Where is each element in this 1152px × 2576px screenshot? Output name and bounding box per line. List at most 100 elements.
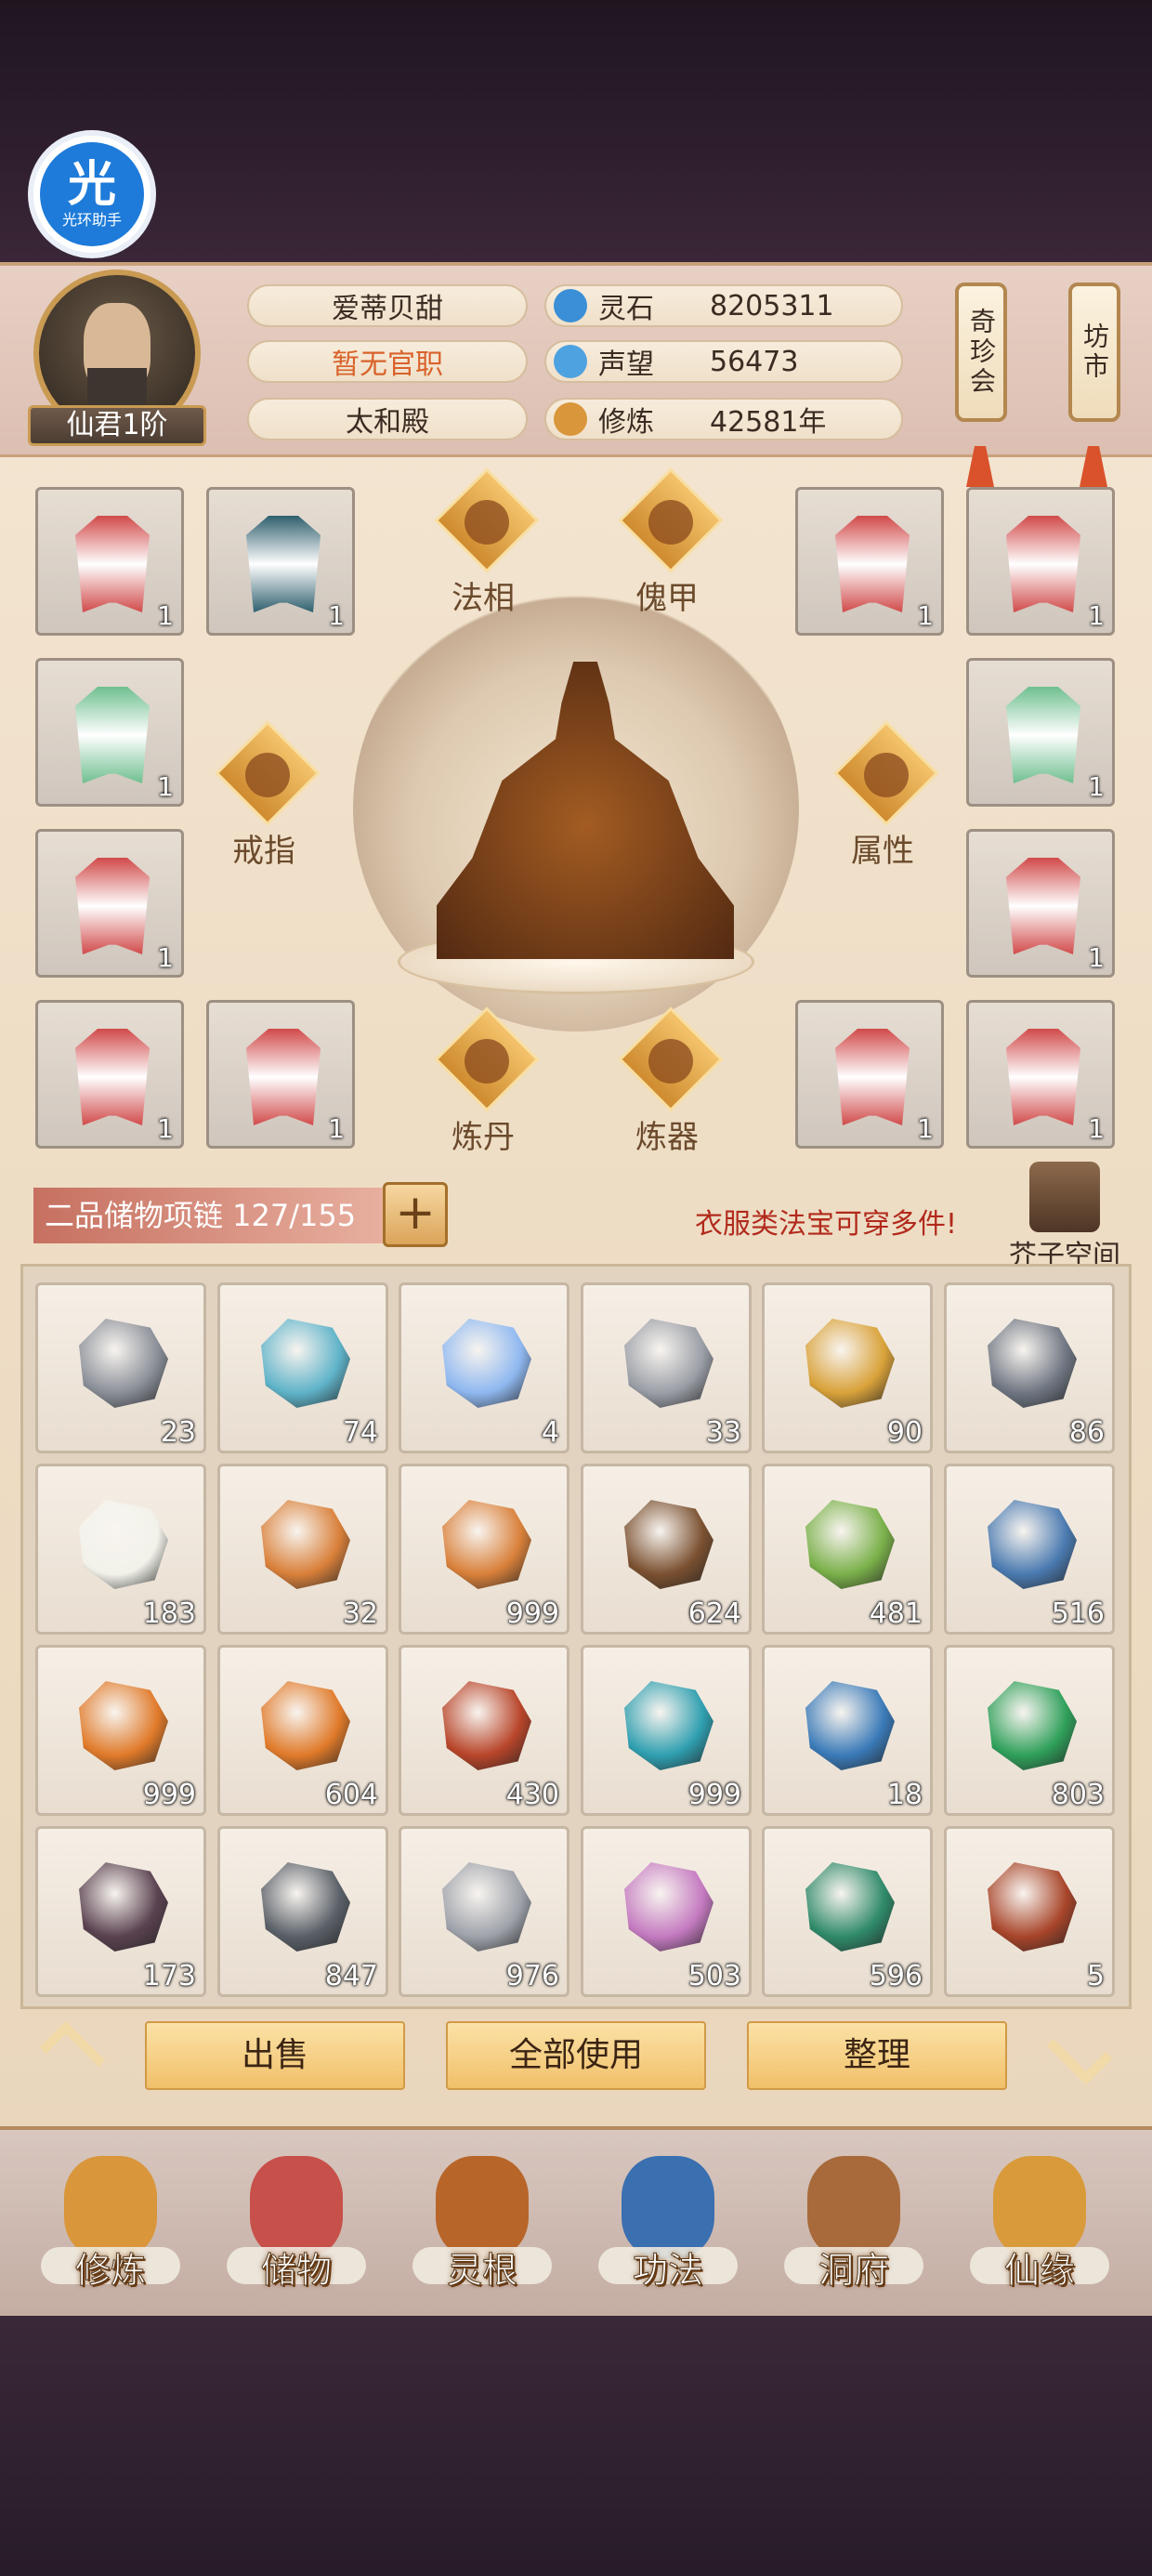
robe-icon bbox=[1006, 1029, 1080, 1125]
player-sect: 太和殿 bbox=[247, 398, 528, 440]
equip-slot[interactable]: 1 bbox=[35, 829, 184, 978]
player-name: 爱蒂贝甜 bbox=[247, 284, 528, 327]
mustard-space-button[interactable]: 芥子空间 bbox=[1009, 1162, 1120, 1272]
equip-slot[interactable]: 1 bbox=[795, 487, 944, 636]
item-qty: 624 bbox=[687, 1597, 741, 1630]
expand-storage-button[interactable]: + bbox=[383, 1182, 448, 1247]
inventory-slot[interactable]: 803 bbox=[944, 1645, 1115, 1816]
sell-button[interactable]: 出售 bbox=[145, 2021, 405, 2090]
inventory-slot[interactable]: 183 bbox=[35, 1464, 206, 1635]
player-office: 暂无官职 bbox=[247, 340, 528, 383]
nav-cave-dwelling[interactable]: 洞府 bbox=[775, 2137, 933, 2314]
item-icon bbox=[79, 1862, 168, 1952]
inventory-slot[interactable]: 32 bbox=[217, 1464, 388, 1635]
robe-icon bbox=[75, 687, 150, 783]
inventory-slot[interactable]: 74 bbox=[217, 1282, 388, 1453]
inventory-slot[interactable]: 847 bbox=[217, 1826, 388, 1997]
bottom-area bbox=[0, 2316, 1152, 2576]
slot-qty: 1 bbox=[157, 600, 174, 631]
use-all-button[interactable]: 全部使用 bbox=[446, 2021, 706, 2090]
treasure-fair-button[interactable]: 奇珍会 bbox=[955, 283, 1007, 422]
inventory-slot[interactable]: 86 bbox=[944, 1282, 1115, 1453]
inventory-slot[interactable]: 999 bbox=[35, 1645, 206, 1816]
equip-slot[interactable]: 1 bbox=[966, 658, 1115, 807]
alchemy-node[interactable]: 炼丹 bbox=[429, 1006, 540, 1156]
nav-label: 灵根 bbox=[446, 2250, 517, 2292]
equip-slot[interactable]: 1 bbox=[966, 487, 1115, 636]
item-icon bbox=[79, 1500, 168, 1589]
slot-qty: 1 bbox=[1088, 600, 1105, 631]
item-icon bbox=[805, 1862, 895, 1952]
inventory-slot[interactable]: 976 bbox=[399, 1826, 569, 1997]
slot-qty: 1 bbox=[1088, 1113, 1105, 1144]
equip-slot[interactable]: 1 bbox=[35, 487, 184, 636]
item-icon bbox=[624, 1681, 713, 1770]
nav-storage[interactable]: 储物 bbox=[217, 2137, 375, 2314]
cauldron-icon bbox=[465, 1039, 509, 1084]
item-qty: 4 bbox=[541, 1416, 559, 1449]
inventory-slot[interactable]: 23 bbox=[35, 1282, 206, 1453]
equip-slot[interactable]: 1 bbox=[795, 1000, 944, 1149]
inventory-slot[interactable]: 33 bbox=[581, 1282, 752, 1453]
equip-slot[interactable]: 1 bbox=[966, 829, 1115, 978]
stat-cultivation: 修炼 42581年 bbox=[544, 398, 903, 440]
fa-xiang-node[interactable]: 法相 bbox=[429, 467, 540, 617]
inventory-slot[interactable]: 4 bbox=[399, 1282, 569, 1453]
assistant-badge[interactable]: 光 光环助手 bbox=[28, 130, 156, 258]
inventory-slot[interactable]: 503 bbox=[581, 1826, 752, 1997]
nav-techniques[interactable]: 功法 bbox=[589, 2137, 747, 2314]
inventory-slot[interactable]: 999 bbox=[399, 1464, 569, 1635]
meditation-icon bbox=[465, 500, 509, 545]
item-qty: 5 bbox=[1086, 1960, 1105, 1992]
forging-node[interactable]: 炼器 bbox=[613, 1006, 724, 1156]
equip-slot[interactable]: 1 bbox=[966, 1000, 1115, 1149]
stat-label: 灵石 bbox=[598, 293, 654, 325]
inventory-slot[interactable]: 596 bbox=[762, 1826, 933, 1997]
attributes-node[interactable]: 属性 bbox=[829, 720, 939, 870]
nav-label: 仙缘 bbox=[1003, 2250, 1075, 2292]
inventory-slot[interactable]: 481 bbox=[762, 1464, 933, 1635]
item-icon bbox=[624, 1500, 713, 1589]
item-icon bbox=[805, 1681, 895, 1770]
inventory-slot[interactable]: 90 bbox=[762, 1282, 933, 1453]
item-icon bbox=[261, 1319, 350, 1408]
equip-slot[interactable]: 1 bbox=[206, 487, 355, 636]
sort-button[interactable]: 整理 bbox=[747, 2021, 1007, 2090]
node-label: 炼丹 bbox=[452, 1119, 515, 1156]
ring-node[interactable]: 戒指 bbox=[210, 720, 321, 870]
badge-label: 光环助手 bbox=[61, 211, 122, 229]
item-icon bbox=[624, 1319, 713, 1408]
item-qty: 23 bbox=[160, 1416, 196, 1449]
inventory-slot[interactable]: 516 bbox=[944, 1464, 1115, 1635]
slot-qty: 1 bbox=[917, 600, 934, 631]
status-area bbox=[0, 0, 1152, 262]
item-icon bbox=[79, 1681, 168, 1770]
market-button[interactable]: 坊市 bbox=[1068, 283, 1120, 422]
nav-cultivation[interactable]: 修炼 bbox=[32, 2137, 190, 2314]
inventory-slot[interactable]: 5 bbox=[944, 1826, 1115, 1997]
inventory-slot[interactable]: 430 bbox=[399, 1645, 569, 1816]
storage-hint: 衣服类法宝可穿多件! bbox=[695, 1208, 958, 1241]
scroll-down-button[interactable] bbox=[1033, 2018, 1126, 2095]
anvil-icon bbox=[648, 1039, 693, 1084]
stat-value: 8205311 bbox=[710, 289, 834, 322]
chevron-up-icon bbox=[39, 2020, 106, 2087]
item-qty: 999 bbox=[505, 1597, 559, 1630]
slot-qty: 1 bbox=[917, 1113, 934, 1144]
equip-slot[interactable]: 1 bbox=[35, 1000, 184, 1149]
inventory-slot[interactable]: 999 bbox=[581, 1645, 752, 1816]
inventory-slot[interactable]: 604 bbox=[217, 1645, 388, 1816]
nav-fate[interactable]: 仙缘 bbox=[961, 2137, 1119, 2314]
inventory-slot[interactable]: 624 bbox=[581, 1464, 752, 1635]
nav-spirit-root[interactable]: 灵根 bbox=[403, 2137, 561, 2314]
kui-jia-node[interactable]: 傀甲 bbox=[613, 467, 724, 617]
item-qty: 173 bbox=[142, 1960, 196, 1992]
scroll-up-button[interactable] bbox=[26, 2020, 119, 2087]
equip-slot[interactable]: 1 bbox=[35, 658, 184, 807]
inventory-slot[interactable]: 173 bbox=[35, 1826, 206, 1997]
slot-qty: 1 bbox=[1088, 771, 1105, 802]
item-qty: 803 bbox=[1051, 1779, 1105, 1811]
inventory-slot[interactable]: 18 bbox=[762, 1645, 933, 1816]
equip-slot[interactable]: 1 bbox=[206, 1000, 355, 1149]
item-qty: 481 bbox=[869, 1597, 923, 1630]
